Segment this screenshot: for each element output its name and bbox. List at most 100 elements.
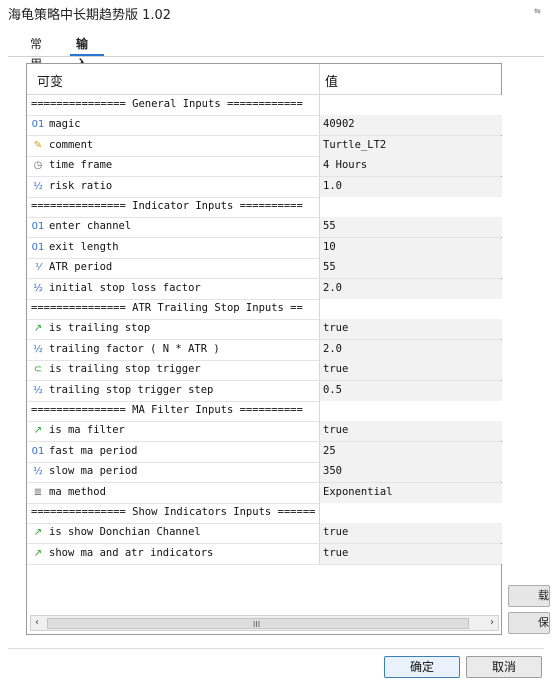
load-button[interactable]: 载	[508, 585, 550, 607]
parameter-name: comment	[49, 138, 94, 151]
parameter-row[interactable]: ↗ is ma filter true	[27, 421, 502, 443]
parameter-name: is trailing stop	[49, 322, 151, 335]
parameter-value-cell[interactable]: true	[320, 319, 502, 340]
parameter-row[interactable]: ½ risk ratio 1.0	[27, 176, 502, 198]
parameter-value: 350	[323, 465, 342, 478]
section-row[interactable]: =============== Indicator Inputs =======…	[27, 197, 502, 218]
parameter-value-cell	[320, 503, 502, 523]
double-icon: ⅟	[35, 262, 41, 274]
ok-button[interactable]: 确定	[384, 656, 460, 678]
parameter-row[interactable]: ½ slow ma period 350	[27, 462, 502, 484]
parameter-value: true	[323, 526, 349, 539]
tab-common[interactable]: 常用	[28, 34, 44, 71]
parameter-value-cell[interactable]: true	[320, 360, 502, 381]
parameter-row[interactable]: 01 exit length 10	[27, 237, 502, 259]
parameter-row[interactable]: ↗ is trailing stop true	[27, 319, 502, 341]
double-icon: ½	[33, 180, 43, 192]
section-label: =============== MA Filter Inputs =======…	[31, 404, 303, 416]
column-divider[interactable]	[319, 64, 320, 94]
parameter-value-cell[interactable]: true	[320, 543, 502, 564]
parameter-row[interactable]: 01 fast ma period 25	[27, 441, 502, 463]
parameter-name: trailing factor ( N * ATR )	[49, 342, 220, 355]
parameter-value: 2.0	[323, 281, 342, 294]
parameter-row[interactable]: ✎ comment Turtle_LT2	[27, 135, 502, 157]
parameter-row[interactable]: ½ trailing factor ( N * ATR ) 2.0	[27, 339, 502, 361]
title-bar: 海龟策略中长期趋势版 1.02 ⇋	[0, 0, 552, 24]
parameter-value-cell	[320, 401, 502, 421]
bool-icon: ↗	[33, 527, 43, 539]
parameter-row[interactable]: ½ trailing stop trigger step 0.5	[27, 380, 502, 402]
parameter-value-cell[interactable]: Turtle_LT2	[320, 135, 502, 156]
integer-icon: 01	[31, 119, 45, 131]
parameter-value: true	[323, 546, 349, 559]
enum-icon: ◷	[33, 160, 43, 172]
scroll-right-icon[interactable]: ›	[486, 616, 498, 630]
parameter-name: enter channel	[49, 220, 132, 233]
section-label: =============== Show Indicators Inputs =…	[31, 506, 316, 518]
tab-inputs[interactable]: 输入	[74, 34, 90, 71]
double-icon: ½	[33, 466, 43, 478]
parameter-value-cell[interactable]: 4 Hours	[320, 156, 502, 177]
double-icon: ½	[33, 384, 43, 396]
parameter-name: is trailing stop trigger	[49, 363, 201, 376]
section-row[interactable]: =============== MA Filter Inputs =======…	[27, 401, 502, 422]
window-control-icon[interactable]: ⇋	[534, 4, 546, 17]
save-button-label: 保	[538, 616, 549, 629]
parameter-name: risk ratio	[49, 179, 113, 192]
parameter-value-cell[interactable]: 55	[320, 217, 502, 238]
grid-header: 可变 值	[27, 64, 501, 95]
parameter-value-cell[interactable]: 40902	[320, 115, 502, 136]
parameter-row[interactable]: ↗ show ma and atr indicators true	[27, 543, 502, 565]
parameter-value-cell[interactable]: true	[320, 523, 502, 544]
window-title: 海龟策略中长期趋势版 1.02	[8, 8, 172, 23]
horizontal-scrollbar[interactable]: ‹ III ›	[30, 615, 499, 631]
parameter-value: true	[323, 424, 349, 437]
parameter-value-cell[interactable]: 55	[320, 258, 502, 279]
section-row[interactable]: =============== General Inputs =========…	[27, 95, 502, 116]
bool-icon: ↗	[33, 323, 43, 335]
save-button[interactable]: 保	[508, 612, 550, 634]
parameter-value: 0.5	[323, 383, 342, 396]
parameter-row[interactable]: ⊂ is trailing stop trigger true	[27, 360, 502, 382]
section-label: =============== General Inputs =========…	[31, 98, 303, 110]
inputs-panel: 可变 值 =============== General Inputs ====…	[26, 63, 502, 635]
integer-icon: 01	[31, 241, 45, 253]
parameter-row[interactable]: ½ initial stop loss factor 2.0	[27, 278, 502, 300]
parameter-value-cell[interactable]: 0.5	[320, 380, 502, 401]
section-row[interactable]: =============== ATR Trailing Stop Inputs…	[27, 299, 502, 320]
parameter-value-cell	[320, 95, 502, 115]
parameter-value: 55	[323, 220, 336, 233]
parameter-value-cell[interactable]: Exponential	[320, 482, 502, 503]
parameter-name: magic	[49, 118, 81, 131]
double-icon: ½	[33, 282, 43, 294]
parameter-row[interactable]: ⅟ ATR period 55	[27, 258, 502, 280]
parameter-row[interactable]: ≣ ma method Exponential	[27, 482, 502, 504]
section-label: =============== Indicator Inputs =======…	[31, 200, 303, 212]
parameter-name: is ma filter	[49, 424, 125, 437]
parameter-value: 10	[323, 240, 336, 253]
parameter-value-cell[interactable]: 2.0	[320, 278, 502, 299]
parameter-value: Turtle_LT2	[323, 138, 387, 151]
section-row[interactable]: =============== Show Indicators Inputs =…	[27, 503, 502, 524]
parameter-value-cell[interactable]: 10	[320, 237, 502, 258]
parameter-value-cell[interactable]: 1.0	[320, 176, 502, 197]
parameter-row[interactable]: 01 magic 40902	[27, 115, 502, 137]
enum-icon: ≣	[33, 486, 43, 498]
scroll-left-icon[interactable]: ‹	[31, 616, 43, 630]
scrollbar-thumb[interactable]: III	[47, 618, 469, 629]
load-button-label: 载	[538, 589, 549, 602]
grip-icon: III	[253, 620, 261, 629]
column-header-value[interactable]: 值	[325, 71, 338, 90]
parameter-value-cell[interactable]: true	[320, 421, 502, 442]
parameter-value-cell[interactable]: 350	[320, 462, 502, 483]
parameter-row[interactable]: ◷ time frame 4 Hours	[27, 156, 502, 178]
parameter-value-cell[interactable]: 25	[320, 441, 502, 462]
column-header-variable[interactable]: 可变	[37, 71, 63, 90]
cancel-button[interactable]: 取消	[466, 656, 542, 678]
parameter-value-cell[interactable]: 2.0	[320, 339, 502, 360]
parameter-row[interactable]: 01 enter channel 55	[27, 217, 502, 239]
parameter-value: true	[323, 322, 349, 335]
parameter-row[interactable]: ↗ is show Donchian Channel true	[27, 523, 502, 545]
parameter-value-cell	[320, 299, 502, 319]
footer-divider	[8, 648, 544, 649]
